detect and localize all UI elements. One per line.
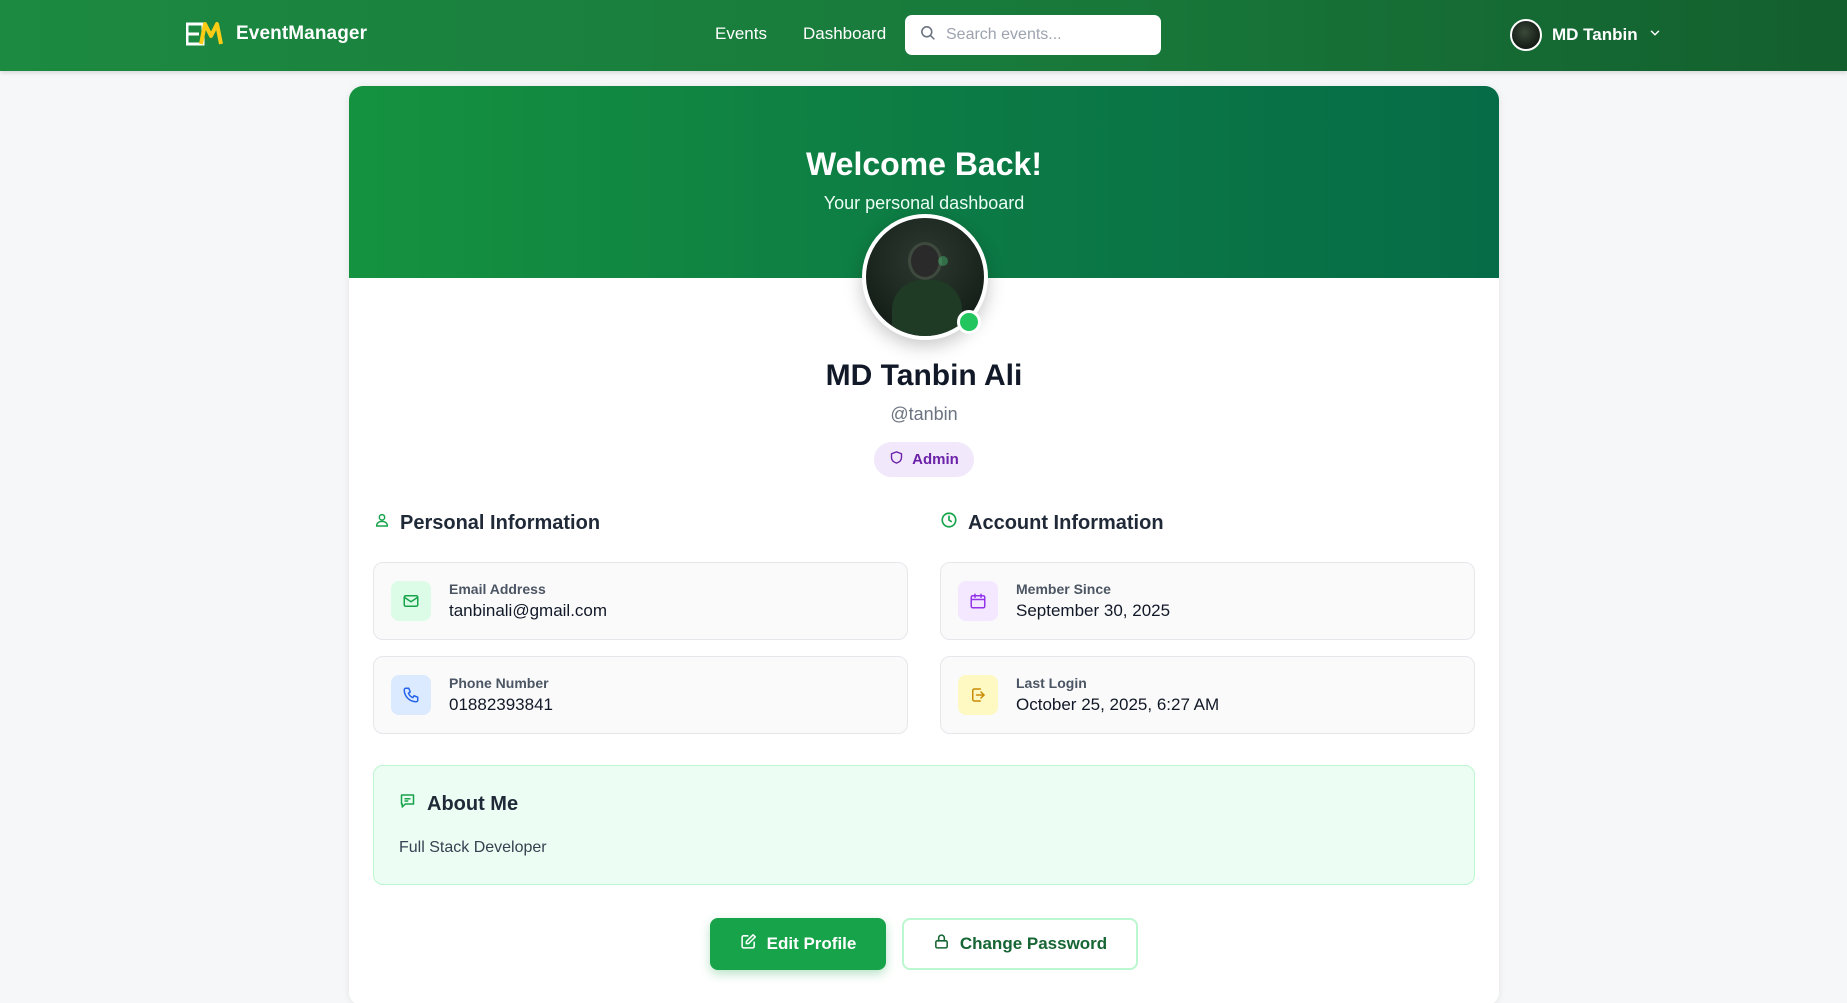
brand-name: EventManager: [236, 23, 368, 44]
personal-info-title: Personal Information: [400, 511, 601, 534]
change-password-label: Change Password: [959, 934, 1108, 953]
lock-icon: [933, 933, 950, 955]
page-subtitle: Your personal dashboard: [823, 193, 1025, 213]
search-input[interactable]: [946, 26, 1146, 44]
avatar: [1510, 19, 1542, 51]
phone-value: 01882393841: [449, 695, 554, 714]
phone-label: Phone Number: [449, 675, 549, 691]
role-label: Admin: [912, 451, 959, 468]
search-icon: [919, 24, 936, 46]
about-text: Full Stack Developer: [399, 839, 547, 856]
member-since-info: Member Since September 30, 2025: [940, 562, 1475, 640]
edit-profile-button[interactable]: Edit Profile: [710, 918, 886, 970]
page-title: Welcome Back!: [806, 146, 1042, 182]
email-info: Email Address tanbinali@gmail.com: [373, 562, 908, 640]
about-heading: About Me: [398, 792, 518, 816]
last-login-info: Last Login October 25, 2025, 6:27 AM: [940, 656, 1475, 734]
account-info-heading: Account Information: [940, 511, 1164, 535]
nav-link-dashboard[interactable]: Dashboard: [803, 24, 886, 44]
role-badge: Admin: [874, 442, 974, 477]
nav-link-events[interactable]: Events: [715, 24, 767, 44]
profile-handle: @tanbin: [890, 404, 958, 424]
user-name: MD Tanbin: [1552, 25, 1638, 44]
profile-name: MD Tanbin Ali: [825, 359, 1023, 392]
search-box[interactable]: [905, 15, 1161, 55]
about-title: About Me: [427, 792, 519, 815]
nav-links: Events Dashboard: [715, 24, 886, 44]
clock-icon: [940, 511, 958, 535]
calendar-icon: [958, 581, 998, 621]
personal-info-heading: Personal Information: [374, 511, 600, 535]
member-since-value: September 30, 2025: [1016, 601, 1171, 620]
email-label: Email Address: [449, 581, 546, 597]
online-status-dot: [957, 310, 981, 334]
message-icon: [398, 792, 417, 816]
chevron-down-icon: [1648, 26, 1662, 45]
shield-icon: [889, 450, 904, 469]
profile-avatar-wrap: [862, 214, 988, 340]
top-navbar: EventManager Events Dashboard MD Tanbin: [0, 0, 1847, 71]
change-password-button[interactable]: Change Password: [902, 918, 1138, 970]
account-info-title: Account Information: [968, 511, 1164, 534]
about-section: About Me Full Stack Developer: [373, 765, 1475, 885]
mail-icon: [391, 581, 431, 621]
edit-profile-label: Edit Profile: [766, 934, 857, 953]
phone-icon: [391, 675, 431, 715]
edit-icon: [740, 933, 757, 955]
last-login-value: October 25, 2025, 6:27 AM: [1016, 695, 1220, 714]
email-value: tanbinali@gmail.com: [449, 601, 608, 620]
user-icon: [374, 511, 390, 535]
brand[interactable]: EventManager: [185, 20, 368, 48]
profile-card: Welcome Back! Your personal dashboard MD…: [349, 86, 1499, 1003]
login-icon: [958, 675, 998, 715]
user-menu[interactable]: MD Tanbin: [1510, 19, 1662, 51]
phone-info: Phone Number 01882393841: [373, 656, 908, 734]
last-login-label: Last Login: [1016, 675, 1087, 691]
brand-logo-icon: [185, 20, 224, 48]
member-since-label: Member Since: [1016, 581, 1111, 597]
